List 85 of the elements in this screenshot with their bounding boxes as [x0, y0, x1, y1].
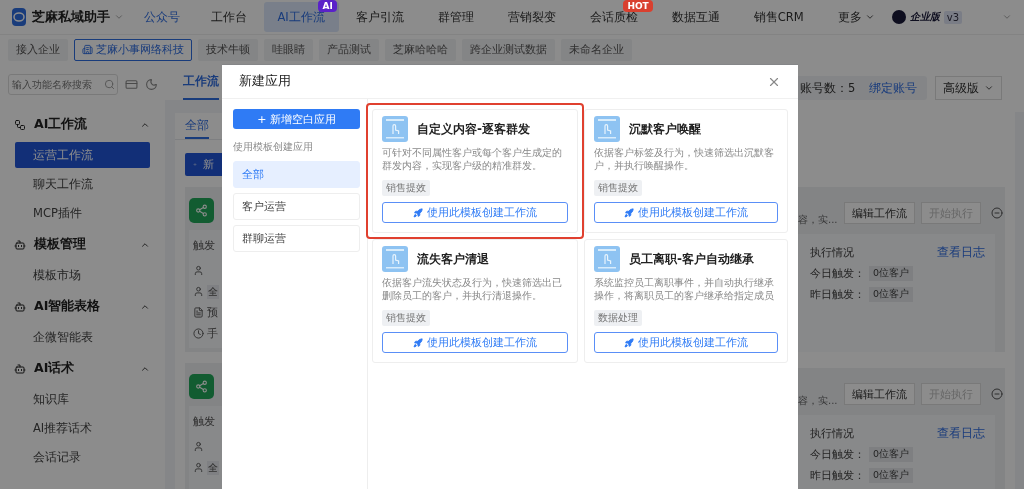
company-tab[interactable]: 芝麻小事网络科技 — [74, 38, 192, 61]
bind-account-link[interactable]: 绑定账号 — [869, 80, 918, 96]
workflow-description: 容，实... — [798, 213, 838, 227]
stat-value: 0位客户 — [869, 266, 914, 281]
template-title: 自定义内容-逐客群发 — [417, 120, 530, 138]
app-name: 芝麻私域助手 — [31, 8, 110, 26]
sidebar-item[interactable]: MCP插件 — [15, 200, 150, 226]
edition-label: 企业版 — [909, 10, 940, 24]
nav-tab[interactable]: AI AI工作流 — [263, 2, 339, 32]
edit-workflow-button[interactable]: 编辑工作流 — [843, 383, 915, 405]
nav-badge: AI — [318, 0, 337, 12]
category-item[interactable]: 全部 — [233, 161, 360, 188]
view-log-link[interactable]: 查看日志 — [937, 426, 985, 441]
view-log-link[interactable]: 查看日志 — [937, 245, 985, 260]
nav-tab[interactable]: 工作台 — [193, 2, 264, 32]
new-workflow-button[interactable]: 新 — [185, 153, 222, 176]
template-description: 系统监控员工离职事件，并自动执行继承操作，将离职员工的客户继承给指定成员 — [594, 276, 775, 303]
category-item[interactable]: 群聊运营 — [233, 225, 360, 252]
search-field[interactable]: 输入功能名称搜索 — [8, 74, 118, 95]
template-tag: 数据处理 — [594, 310, 642, 326]
use-template-button[interactable]: 使用此模板创建工作流 — [382, 332, 568, 353]
stat-value: 0位客户 — [869, 468, 914, 483]
nav-tab[interactable]: 数据互通 — [654, 2, 737, 32]
plan-dropdown[interactable]: 高级版 — [935, 76, 1002, 100]
trigger-label: 触发 — [193, 239, 216, 253]
sidebar-item[interactable]: 会话记录 — [15, 444, 150, 470]
company-tab[interactable]: 未命名企业 — [561, 38, 632, 61]
nav-tab[interactable]: 营销裂变 — [490, 2, 573, 32]
dialog-title: 新建应用 — [239, 73, 291, 90]
template-description: 可针对不同属性客户或每个客户生成定的群发内容，实现客户级的精准群发。 — [382, 146, 563, 173]
sidebar-item[interactable]: 运营工作流 — [15, 142, 150, 168]
stat-label: 昨日触发： — [810, 468, 865, 483]
sidebar-group[interactable]: 模板管理 — [12, 229, 150, 260]
nav-tab[interactable]: HOT 会话质检 — [572, 2, 655, 32]
account-link[interactable]: 公众号 — [143, 8, 180, 26]
company-tab[interactable]: 跨企业测试数据 — [462, 38, 555, 61]
category-item[interactable]: 客户运营 — [233, 193, 360, 220]
account-count: 账号数：5 — [800, 80, 856, 96]
template-title: 流失客户清退 — [417, 250, 489, 268]
audience-tag: 全 — [207, 460, 219, 475]
row-text: 手 — [207, 326, 218, 341]
new-blank-app-button[interactable]: + 新增空白应用 — [233, 109, 360, 129]
nav-tab[interactable]: 销售CRM — [736, 2, 821, 32]
sidebar-group[interactable]: AI话术 — [12, 353, 150, 384]
template-tag: 销售提效 — [594, 180, 642, 196]
template-title: 员工离职-客户自动继承 — [629, 250, 754, 268]
stat-label: 今日触发： — [810, 266, 865, 281]
sidebar-item[interactable]: 企微智能表 — [15, 324, 150, 350]
stat-label: 昨日触发： — [810, 287, 865, 302]
sidebar-item[interactable]: 聊天工作流 — [15, 171, 150, 197]
template-description: 依据客户标签及行为，快速筛选出沉默客户，并执行唤醒操作。 — [594, 146, 775, 173]
sidebar-item[interactable]: 模板市场 — [15, 262, 150, 288]
sidebar-group[interactable]: AI工作流 — [12, 109, 150, 140]
stat-value: 0位客户 — [869, 287, 914, 302]
workflow-description: 容，实... — [798, 394, 838, 408]
status-title: 执行情况 — [810, 245, 854, 260]
stat-label: 今日触发： — [810, 447, 865, 462]
template-tag: 销售提效 — [382, 310, 430, 326]
template-tag: 销售提效 — [382, 180, 430, 196]
filter-tab[interactable]: 全部 — [185, 113, 209, 139]
edit-workflow-button[interactable]: 编辑工作流 — [843, 202, 915, 224]
stat-value: 0位客户 — [869, 447, 914, 462]
sidebar-item[interactable]: AI推荐话术 — [15, 415, 150, 441]
company-tab[interactable]: 接入企业 — [8, 38, 68, 61]
template-section-label: 使用模板创建应用 — [233, 140, 314, 154]
nav-badge: HOT — [623, 0, 653, 12]
sidebar-item[interactable]: 知识库 — [15, 386, 150, 412]
use-template-button[interactable]: 使用此模板创建工作流 — [594, 202, 778, 223]
company-tab[interactable]: 芝麻哈哈哈 — [385, 38, 456, 61]
audience-tag: 全 — [207, 284, 219, 299]
nav-tab[interactable]: 更多 — [820, 2, 892, 32]
nav-tab[interactable]: 群管理 — [420, 2, 491, 32]
company-tab[interactable]: 技术牛顿 — [198, 38, 258, 61]
row-text: 预 — [207, 305, 218, 320]
use-template-button[interactable]: 使用此模板创建工作流 — [594, 332, 778, 353]
use-template-button[interactable]: 使用此模板创建工作流 — [382, 202, 568, 223]
sidebar-group[interactable]: AI智能表格 — [12, 291, 150, 322]
template-title: 沉默客户唤醒 — [629, 120, 701, 138]
company-tab[interactable]: 产品测试 — [319, 38, 379, 61]
trigger-label: 触发 — [193, 415, 216, 429]
template-description: 依据客户流失状态及行为，快速筛选出已删除员工的客户，并执行清退操作。 — [382, 276, 563, 303]
status-title: 执行情况 — [810, 426, 854, 441]
version-badge: v3 — [943, 10, 962, 24]
company-tab[interactable]: 哇眼睛 — [264, 38, 313, 61]
nav-tab[interactable]: 客户引流 — [338, 2, 421, 32]
